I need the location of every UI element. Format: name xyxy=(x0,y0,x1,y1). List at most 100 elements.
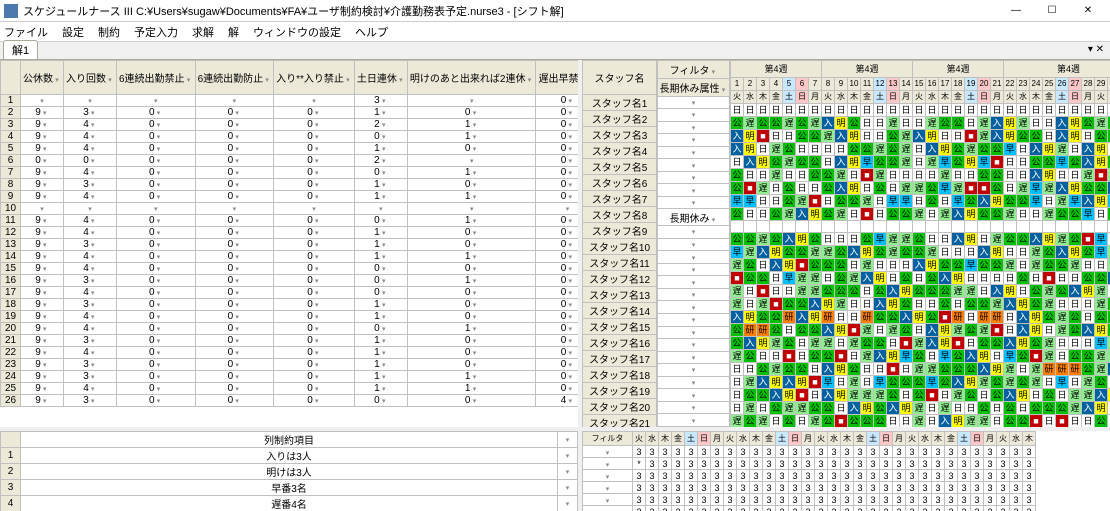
shift-cell[interactable]: 日 xyxy=(835,376,848,389)
summary-cell[interactable]: 0▾ xyxy=(274,359,355,371)
shift-cell[interactable]: 日 xyxy=(1017,259,1030,272)
summary-cell[interactable]: 0▾ xyxy=(274,323,355,335)
shift-cell[interactable]: 明 xyxy=(1017,298,1030,311)
summary-cell[interactable]: 0▾ xyxy=(117,383,196,395)
shift-cell[interactable]: 日 xyxy=(1082,104,1095,117)
day-num-header[interactable]: 11 xyxy=(861,78,874,91)
shift-cell[interactable]: 日 xyxy=(926,233,939,246)
summary-cell[interactable]: ▾ xyxy=(407,155,536,167)
weekday-header[interactable]: 月 xyxy=(900,91,913,104)
cv-value-cell[interactable]: 3 xyxy=(802,470,815,482)
shift-cell[interactable]: 日 xyxy=(913,272,926,285)
cv-value-cell[interactable]: 3 xyxy=(828,446,841,458)
shift-cell[interactable]: 日 xyxy=(1056,104,1069,117)
shift-cell[interactable]: 日 xyxy=(861,182,874,195)
summary-cell[interactable]: 0▾ xyxy=(195,179,274,191)
summary-cell[interactable]: 9▾ xyxy=(21,323,64,335)
summary-cell[interactable]: 0▾ xyxy=(195,395,274,407)
cv-value-cell[interactable]: 3 xyxy=(893,506,906,511)
summary-cell[interactable]: 0▾ xyxy=(536,131,582,143)
summary-cell[interactable]: 1▾ xyxy=(407,119,536,131)
shift-cell[interactable]: 公 xyxy=(731,337,744,350)
shift-cell[interactable] xyxy=(978,221,991,233)
shift-cell[interactable]: 入 xyxy=(1030,169,1043,182)
shift-cell[interactable]: 日 xyxy=(861,285,874,298)
summary-cell[interactable]: 1▾ xyxy=(407,167,536,179)
staff-name-cell[interactable]: スタッフ名15 xyxy=(583,319,657,335)
shift-cell[interactable]: ■ xyxy=(939,311,952,324)
summary-cell[interactable]: 0▾ xyxy=(117,347,196,359)
summary-cell[interactable]: 0▾ xyxy=(407,143,536,155)
cv-day-header[interactable]: 日 xyxy=(880,432,893,446)
shift-cell[interactable]: 公 xyxy=(965,298,978,311)
summary-cell[interactable]: 0▾ xyxy=(274,263,355,275)
shift-cell[interactable]: 日 xyxy=(1017,169,1030,182)
summary-row-header[interactable]: 12 xyxy=(1,227,21,239)
shift-cell[interactable]: 日 xyxy=(874,195,887,208)
day-num-header[interactable]: 21 xyxy=(991,78,1004,91)
summary-cell[interactable]: 0▾ xyxy=(195,359,274,371)
summary-cell[interactable]: 0▾ xyxy=(407,347,536,359)
shift-cell[interactable]: 公 xyxy=(796,363,809,376)
shift-cell[interactable] xyxy=(1043,221,1056,233)
shift-cell[interactable]: 明 xyxy=(1082,285,1095,298)
summary-cell[interactable]: 0▾ xyxy=(195,323,274,335)
summary-cell[interactable]: ▾ xyxy=(195,95,274,107)
cv-value-cell[interactable]: 3 xyxy=(958,494,971,506)
cv-value-cell[interactable]: 3 xyxy=(997,470,1010,482)
shift-cell[interactable]: 入 xyxy=(874,298,887,311)
cv-value-cell[interactable]: 3 xyxy=(854,470,867,482)
cv-value-cell[interactable]: 3 xyxy=(867,470,880,482)
shift-cell[interactable]: 遅 xyxy=(1030,363,1043,376)
shift-cell[interactable]: 遅 xyxy=(848,272,861,285)
summary-cell[interactable]: 0▾ xyxy=(117,179,196,191)
summary-cell[interactable]: 9▾ xyxy=(21,347,64,359)
shift-cell[interactable]: 日 xyxy=(1017,285,1030,298)
shift-cell[interactable]: 明 xyxy=(965,376,978,389)
cv-dd-cell[interactable]: ▾ xyxy=(583,494,633,506)
shift-cell[interactable]: 入 xyxy=(1082,156,1095,169)
shift-cell[interactable]: 日 xyxy=(926,402,939,415)
shift-cell[interactable]: 遅 xyxy=(1095,350,1108,363)
shift-cell[interactable]: 早 xyxy=(926,376,939,389)
summary-cell[interactable]: 0▾ xyxy=(117,143,196,155)
shift-cell[interactable]: 早 xyxy=(1056,156,1069,169)
shift-cell[interactable]: 遅 xyxy=(1095,117,1108,130)
cv-value-cell[interactable]: 3 xyxy=(698,458,711,470)
shift-cell[interactable]: 日 xyxy=(939,233,952,246)
staff-attr-cell[interactable]: ▾ xyxy=(658,276,730,289)
shift-cell[interactable]: 遅 xyxy=(744,376,757,389)
weekday-header[interactable]: 月 xyxy=(1082,91,1095,104)
cv-dd-cell[interactable]: ▾ xyxy=(583,506,633,511)
summary-cell[interactable]: 1▾ xyxy=(354,347,407,359)
summary-cell[interactable]: 1▾ xyxy=(407,191,536,203)
shift-cell[interactable]: 日 xyxy=(913,169,926,182)
cv-value-cell[interactable]: 3 xyxy=(659,446,672,458)
summary-row-header[interactable]: 21 xyxy=(1,335,21,347)
cv-value-cell[interactable]: 3 xyxy=(841,494,854,506)
shift-cell[interactable] xyxy=(1082,221,1095,233)
shift-cell[interactable]: 遅 xyxy=(887,324,900,337)
cv-day-header[interactable]: 木 xyxy=(1023,432,1036,446)
shift-cell[interactable]: 日 xyxy=(1082,337,1095,350)
shift-cell[interactable]: 日 xyxy=(1030,208,1043,221)
summary-cell[interactable]: 1▾ xyxy=(407,383,536,395)
summary-row-header[interactable]: 6 xyxy=(1,155,21,167)
shift-cell[interactable]: 入 xyxy=(978,246,991,259)
cv-value-cell[interactable]: 3 xyxy=(971,494,984,506)
cv-day-header[interactable]: 月 xyxy=(802,432,815,446)
weekday-header[interactable]: 土 xyxy=(874,91,887,104)
shift-cell[interactable]: 日 xyxy=(731,389,744,402)
summary-row-header[interactable]: 13 xyxy=(1,239,21,251)
shift-cell[interactable]: 遅 xyxy=(952,182,965,195)
shift-cell[interactable]: 遅 xyxy=(835,208,848,221)
shift-cell[interactable]: 遅 xyxy=(822,130,835,143)
shift-cell[interactable]: 明 xyxy=(965,233,978,246)
cv-value-cell[interactable]: 3 xyxy=(867,506,880,511)
staff-attr-cell[interactable]: ▾ xyxy=(658,251,730,264)
shift-cell[interactable]: 明 xyxy=(1095,402,1108,415)
cv-value-cell[interactable]: 3 xyxy=(763,458,776,470)
summary-col-header[interactable]: 明けのあと出来れば2連休▾ xyxy=(407,61,536,95)
shift-cell[interactable]: 日 xyxy=(1017,143,1030,156)
shift-cell[interactable]: 日 xyxy=(1056,272,1069,285)
